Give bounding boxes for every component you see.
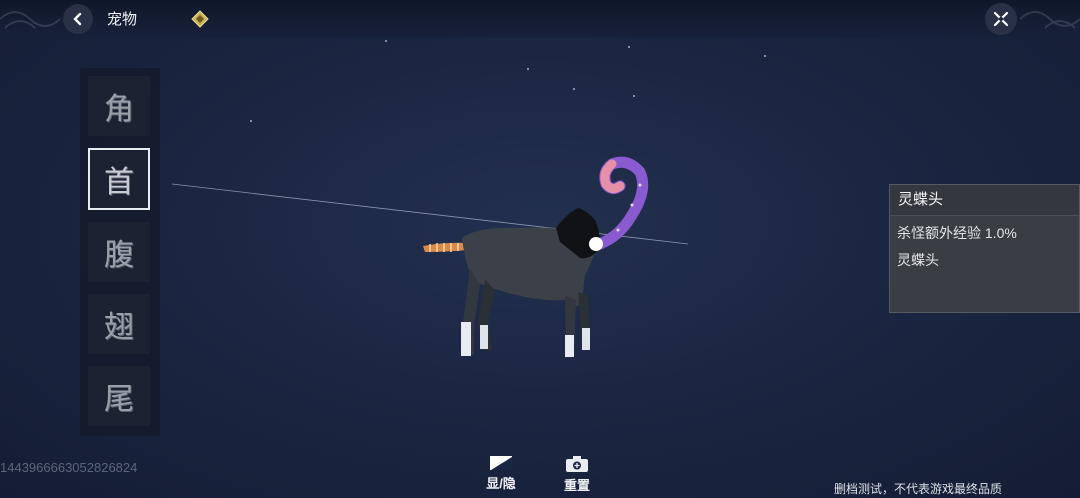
ornament-right-icon — [1019, 11, 1080, 29]
top-bar — [0, 0, 1080, 38]
test-notice: 删档测试，不代表游戏最终品质 — [834, 482, 1003, 496]
part-sidebar: 角 首 腹 翅 尾 — [80, 68, 160, 436]
tab-wing[interactable]: 翅 — [88, 294, 150, 354]
camera-icon — [566, 456, 588, 472]
gem-icon[interactable] — [191, 10, 209, 28]
tab-horn[interactable]: 角 — [88, 76, 150, 136]
user-id: 1443966663052826824 — [0, 460, 138, 475]
reset-label: 重置 — [563, 478, 590, 493]
back-button[interactable] — [63, 4, 93, 34]
chevron-left-icon — [73, 12, 82, 26]
pet-head-glow — [589, 237, 603, 251]
page-title: 宠物 — [107, 11, 138, 28]
toggle-visibility-label: 显/隐 — [486, 476, 516, 491]
reset-button[interactable]: 重置 — [557, 455, 597, 494]
star — [633, 95, 635, 97]
star — [250, 120, 252, 122]
close-icon — [993, 11, 1009, 27]
part-info-effect: 杀怪额外经验 1.0% — [897, 225, 1017, 241]
toggle-visibility-button[interactable]: 显/隐 — [481, 455, 521, 492]
part-info-panel: 灵蝶头 杀怪额外经验 1.0% 灵蝶头 — [889, 184, 1080, 313]
star — [628, 46, 630, 48]
star — [573, 88, 575, 90]
star — [527, 68, 529, 70]
tab-belly[interactable]: 腹 — [88, 222, 150, 282]
ornament-left-icon — [0, 11, 61, 29]
close-button[interactable] — [985, 3, 1017, 35]
tab-head[interactable]: 首 — [88, 148, 150, 210]
tab-tail[interactable]: 尾 — [88, 366, 150, 426]
star — [764, 55, 766, 57]
pet-model-viewport[interactable] — [160, 150, 720, 380]
part-info-name: 灵蝶头 — [897, 252, 939, 268]
toggle-visibility-icon — [490, 456, 512, 470]
star — [385, 40, 387, 42]
part-info-title: 灵蝶头 — [890, 185, 1079, 216]
